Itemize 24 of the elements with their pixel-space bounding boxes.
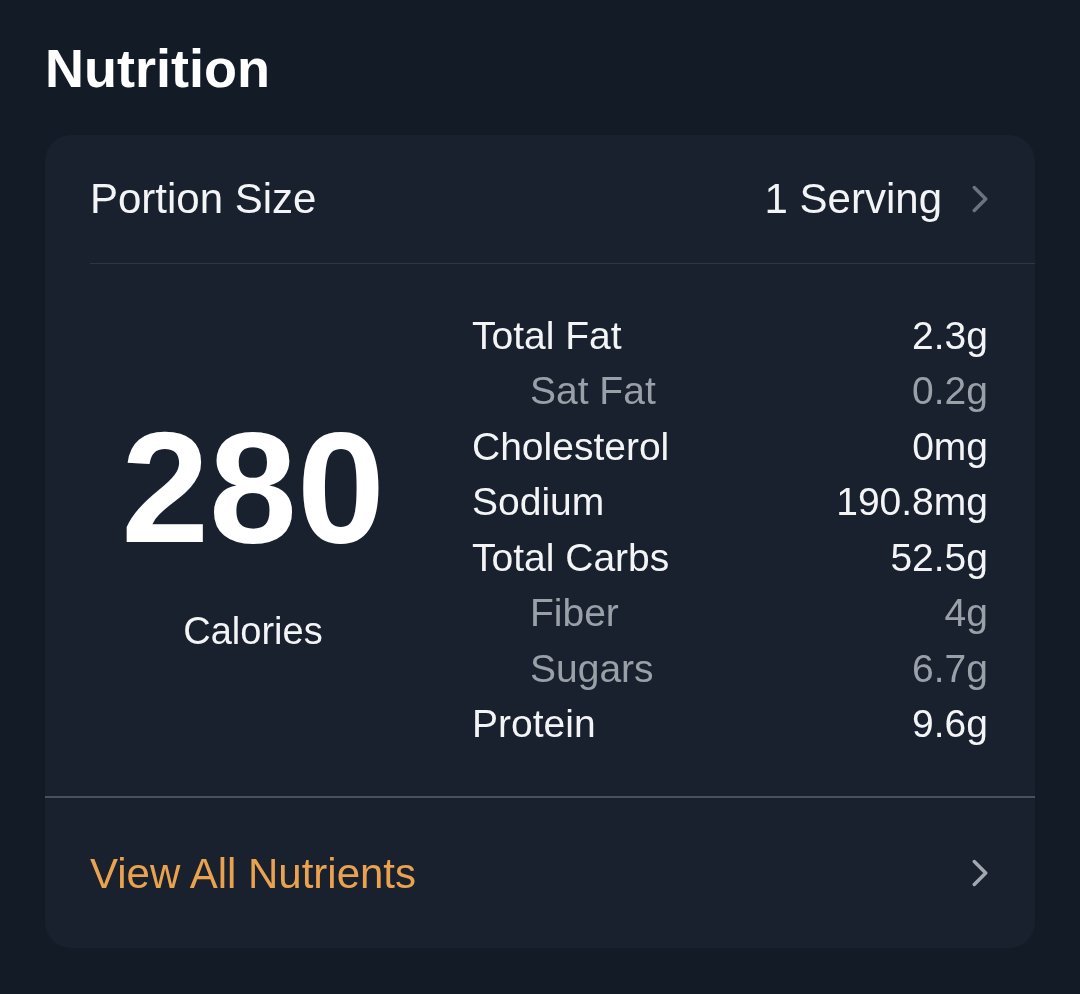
- nutrient-amount: 2.3g: [912, 312, 988, 359]
- nutrient-name: Sat Fat: [530, 368, 656, 415]
- nutrient-amount: 52.5g: [890, 534, 988, 581]
- section-title: Nutrition: [45, 38, 270, 98]
- calories-value: 280: [121, 407, 385, 567]
- calories-label: Calories: [183, 609, 323, 653]
- nutrient-name: Total Fat: [472, 312, 622, 359]
- nutrient-amount: 0mg: [912, 423, 988, 470]
- nutrient-name: Sugars: [530, 645, 654, 692]
- nutrient-amount: 0.2g: [912, 368, 988, 415]
- chevron-right-icon: [972, 859, 988, 888]
- nutrient-amount: 4g: [944, 590, 988, 637]
- chevron-right-icon: [972, 184, 988, 213]
- nutrient-amount: 190.8mg: [836, 479, 988, 526]
- view-all-nutrients-link[interactable]: View All Nutrients: [45, 798, 1035, 948]
- nutrient-name: Total Carbs: [472, 534, 670, 581]
- nutrient-amount: 9.6g: [912, 701, 988, 748]
- nutrient-amount: 6.7g: [912, 645, 988, 692]
- nutrient-name: Fiber: [530, 590, 619, 637]
- nutrient-name: Cholesterol: [472, 423, 670, 470]
- serving-selector[interactable]: 1 Serving: [764, 167, 988, 231]
- portion-size-label: Portion Size: [90, 174, 317, 225]
- nutrient-name: Protein: [472, 701, 596, 748]
- nutrient-name: Sodium: [472, 479, 605, 526]
